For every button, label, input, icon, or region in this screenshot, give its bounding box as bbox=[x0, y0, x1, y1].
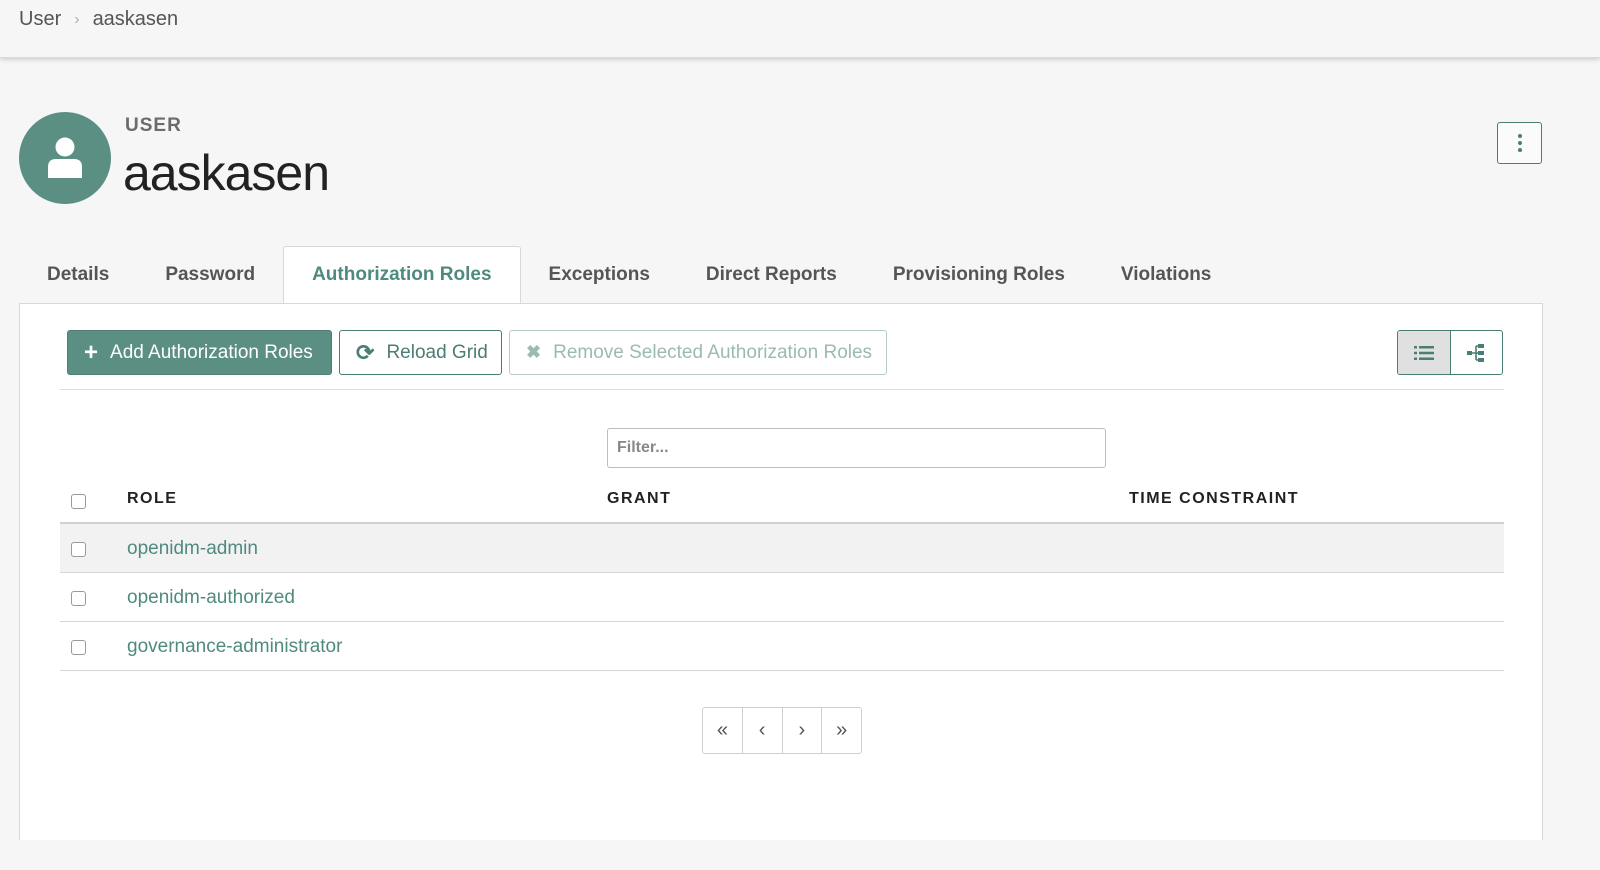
tab-exceptions[interactable]: Exceptions bbox=[521, 247, 678, 303]
reload-button-label: Reload Grid bbox=[386, 341, 488, 363]
kebab-menu-icon bbox=[1517, 133, 1522, 154]
avatar bbox=[19, 112, 111, 204]
pagination: « ‹ › » bbox=[702, 707, 862, 754]
list-view-icon bbox=[1413, 345, 1434, 360]
list-view-button[interactable] bbox=[1398, 331, 1451, 374]
table-row[interactable] bbox=[60, 524, 1504, 573]
row-checkbox[interactable] bbox=[71, 640, 86, 655]
page-title: aaskasen bbox=[123, 145, 330, 201]
last-page-button[interactable]: » bbox=[822, 708, 861, 753]
role-link[interactable]: openidm-authorized bbox=[127, 587, 295, 609]
column-header-grant[interactable]: GRANT bbox=[607, 490, 671, 508]
role-link[interactable]: openidm-admin bbox=[127, 538, 258, 560]
toolbar-divider bbox=[60, 389, 1504, 390]
breadcrumb: User › aaskasen bbox=[19, 8, 178, 31]
column-header-time-constraint[interactable]: TIME CONSTRAINT bbox=[1129, 490, 1299, 508]
next-page-button[interactable]: › bbox=[783, 708, 823, 753]
add-button-label: Add Authorization Roles bbox=[110, 341, 313, 363]
row-checkbox[interactable] bbox=[71, 591, 86, 606]
close-icon: ✖ bbox=[526, 342, 542, 362]
tab-violations[interactable]: Violations bbox=[1093, 247, 1239, 303]
first-page-button[interactable]: « bbox=[703, 708, 743, 753]
add-authorization-roles-button[interactable]: + Add Authorization Roles bbox=[67, 330, 332, 375]
tab-password[interactable]: Password bbox=[137, 247, 283, 303]
refresh-icon: ⟳ bbox=[356, 339, 375, 365]
tree-view-icon bbox=[1467, 343, 1485, 362]
remove-selected-roles-button[interactable]: ✖ Remove Selected Authorization Roles bbox=[509, 330, 887, 375]
reload-grid-button[interactable]: ⟳ Reload Grid bbox=[339, 330, 502, 375]
user-type-label: USER bbox=[125, 115, 182, 136]
breadcrumb-user-link[interactable]: User bbox=[19, 8, 61, 31]
tab-direct-reports[interactable]: Direct Reports bbox=[678, 247, 865, 303]
plus-icon: + bbox=[84, 338, 99, 366]
top-bar: User › aaskasen bbox=[0, 0, 1600, 58]
more-actions-button[interactable] bbox=[1497, 122, 1542, 164]
role-link[interactable]: governance-administrator bbox=[127, 636, 342, 658]
tab-details[interactable]: Details bbox=[19, 247, 137, 303]
filter-input[interactable] bbox=[607, 428, 1106, 468]
select-all-checkbox[interactable] bbox=[71, 494, 86, 509]
tab-authorization-roles[interactable]: Authorization Roles bbox=[283, 246, 521, 304]
tab-bar: Details Password Authorization Roles Exc… bbox=[19, 246, 1239, 304]
breadcrumb-current: aaskasen bbox=[92, 8, 179, 30]
user-icon bbox=[48, 137, 82, 178]
tree-view-button[interactable] bbox=[1451, 331, 1503, 374]
row-checkbox[interactable] bbox=[71, 542, 86, 557]
tab-provisioning-roles[interactable]: Provisioning Roles bbox=[865, 247, 1093, 303]
view-toggle bbox=[1397, 330, 1503, 375]
remove-button-label: Remove Selected Authorization Roles bbox=[553, 341, 873, 363]
chevron-right-icon: › bbox=[74, 10, 80, 28]
column-header-role[interactable]: ROLE bbox=[127, 490, 177, 508]
previous-page-button[interactable]: ‹ bbox=[743, 708, 783, 753]
